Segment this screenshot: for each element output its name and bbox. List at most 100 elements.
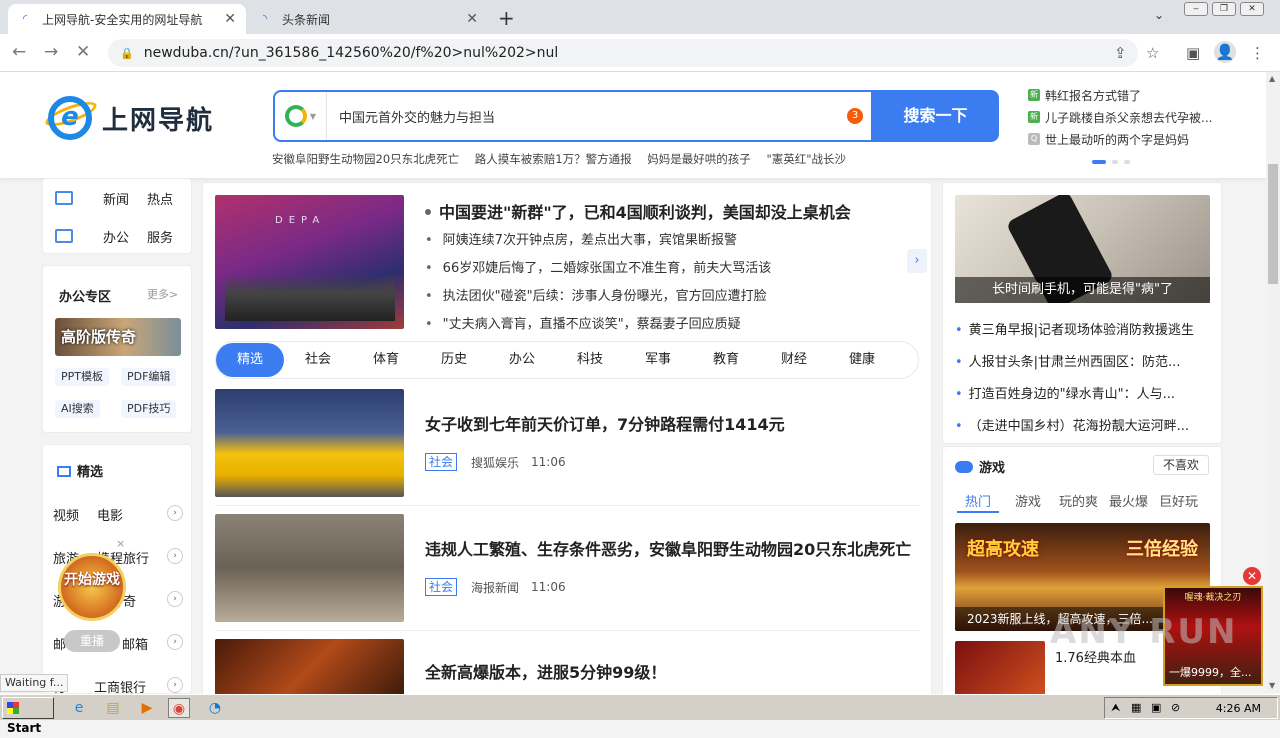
- tab-inactive[interactable]: ◝ 头条新闻 ✕: [248, 4, 488, 34]
- hot-link[interactable]: 路人摸车被索赔1万？警方通报: [475, 152, 632, 166]
- tag-ppt[interactable]: PPT模板: [55, 368, 109, 386]
- news-title[interactable]: 女子收到七年前天价订单，7分钟路程需付1414元: [425, 411, 785, 435]
- chrome-taskbar-icon[interactable]: ◉: [168, 698, 190, 718]
- vertical-scrollbar[interactable]: ▲ ▼: [1266, 72, 1280, 692]
- game-tab-hottest[interactable]: 最火爆: [1109, 491, 1148, 510]
- close-tab-icon[interactable]: ✕: [224, 11, 236, 27]
- right-news-item[interactable]: 人报甘头条|甘肃兰州西固区：防范...: [955, 351, 1213, 370]
- network-icon[interactable]: ▦: [1131, 701, 1141, 714]
- hot-link[interactable]: 安徽阜阳野生动物园20只东北虎死亡: [272, 152, 459, 166]
- tab-military[interactable]: 军事: [624, 343, 692, 377]
- tab-selected[interactable]: 精选: [216, 343, 284, 377]
- chevron-right-icon[interactable]: ›: [907, 249, 927, 273]
- game-tab-great[interactable]: 巨好玩: [1159, 491, 1198, 510]
- bookmark-star-icon[interactable]: ☆: [1146, 44, 1159, 62]
- sub-news-item[interactable]: 66岁邓婕后悔了，二婚嫁张国立不准生育，前夫大骂活该: [425, 257, 772, 276]
- scroll-up-icon[interactable]: ▲: [1269, 74, 1275, 83]
- tag-ai-search[interactable]: AI搜索: [55, 400, 100, 418]
- hot-link[interactable]: 妈妈是最好哄的孩子: [647, 152, 751, 166]
- quick-row-office[interactable]: 办公 服务: [43, 217, 191, 255]
- sub-news-item[interactable]: "丈夫病入膏肓，直播不应谈笑"，蔡磊妻子回应质疑: [425, 313, 741, 332]
- edge-taskbar-icon[interactable]: ◔: [204, 698, 226, 718]
- headline-image[interactable]: DEPA: [215, 195, 404, 329]
- start-game-badge[interactable]: 开始游戏: [58, 553, 126, 621]
- carousel-dots[interactable]: [1092, 160, 1130, 164]
- start-button[interactable]: Start: [2, 697, 54, 735]
- network-icon[interactable]: ▣: [1151, 701, 1161, 714]
- scroll-down-icon[interactable]: ▼: [1269, 681, 1275, 690]
- sub-news-item[interactable]: 执法团伙"碰瓷"后续：涉事人身份曝光，官方回应遭打脸: [425, 285, 767, 304]
- news-thumbnail[interactable]: [215, 389, 404, 497]
- right-image-caption[interactable]: 长时间刷手机，可能是得"病"了: [955, 277, 1210, 303]
- chevron-right-icon[interactable]: ›: [167, 548, 183, 564]
- tab-tech[interactable]: 科技: [556, 343, 624, 377]
- search-button[interactable]: 搜索一下: [872, 90, 999, 142]
- sidepanel-icon[interactable]: ▣: [1186, 44, 1200, 62]
- news-thumbnail[interactable]: [215, 639, 404, 699]
- game-tab-hot[interactable]: 热门: [965, 491, 991, 510]
- close-ad-icon[interactable]: ✕: [1243, 567, 1261, 585]
- minimize-button[interactable]: ‒: [1184, 2, 1208, 16]
- game-badge-close-icon[interactable]: ×: [116, 537, 125, 550]
- quick-row-news[interactable]: 新闻 热点: [43, 179, 191, 217]
- tab-society[interactable]: 社会: [284, 343, 352, 377]
- tab-sports[interactable]: 体育: [352, 343, 420, 377]
- restore-button[interactable]: ❐: [1212, 2, 1236, 16]
- ie-taskbar-icon[interactable]: e: [68, 698, 90, 718]
- tag-pdf-tips[interactable]: PDF技巧: [121, 400, 177, 418]
- menu-icon[interactable]: ⋮: [1250, 44, 1265, 62]
- chevron-right-icon[interactable]: ›: [167, 505, 183, 521]
- tab-education[interactable]: 教育: [692, 343, 760, 377]
- tab-office[interactable]: 办公: [488, 343, 556, 377]
- news-title[interactable]: 全新高爆版本，进服5分钟99级！: [425, 659, 666, 683]
- ie-logo-icon[interactable]: e: [48, 96, 92, 140]
- address-bar[interactable]: 🔒 newduba.cn/?un_361586_142560%20/f%20>n…: [108, 39, 1138, 67]
- sub-news-item[interactable]: 阿姨连续7次开钟点房，差点出大事，宾馆果断报警: [425, 229, 737, 248]
- tag-pdf-edit[interactable]: PDF编辑: [121, 368, 177, 386]
- right-news-item[interactable]: 打造百姓身边的"绿水青山"：人与...: [955, 383, 1213, 402]
- game-tab-fun[interactable]: 玩的爽: [1059, 491, 1098, 510]
- security-icon[interactable]: ⊘: [1171, 701, 1180, 714]
- dislike-button[interactable]: 不喜欢: [1153, 455, 1209, 475]
- tab-history[interactable]: 历史: [420, 343, 488, 377]
- folder-taskbar-icon[interactable]: ▤: [102, 698, 124, 718]
- hot-link[interactable]: "憲英红"战长沙: [766, 152, 846, 166]
- game-thumbnail[interactable]: [955, 641, 1045, 697]
- right-news-item[interactable]: 黄三角早报|记者现场体验消防救援逃生: [955, 319, 1213, 338]
- category-tag[interactable]: 社会: [425, 578, 458, 596]
- close-window-button[interactable]: ✕: [1240, 2, 1264, 16]
- tab-health[interactable]: 健康: [828, 343, 896, 377]
- chevron-right-icon[interactable]: ›: [167, 591, 183, 607]
- tray-arrow-icon[interactable]: ⮝: [1111, 701, 1120, 715]
- office-more-link[interactable]: 更多>: [147, 286, 178, 302]
- office-banner-ad[interactable]: 高阶版传奇: [55, 318, 181, 356]
- forward-icon[interactable]: →: [44, 42, 58, 62]
- new-tab-button[interactable]: +: [498, 6, 515, 30]
- back-icon[interactable]: ←: [12, 42, 26, 62]
- profile-icon[interactable]: 👤: [1214, 41, 1236, 63]
- scroll-thumb[interactable]: [1268, 164, 1278, 284]
- tab-finance[interactable]: 财经: [760, 343, 828, 377]
- replay-button[interactable]: 重播: [64, 630, 120, 652]
- search-engine-selector[interactable]: ▼: [275, 92, 327, 140]
- media-player-icon[interactable]: ▶: [136, 698, 158, 718]
- trending-item[interactable]: 新儿子跳楼自杀父亲想去代孕被...: [1028, 106, 1228, 128]
- game-tab-games[interactable]: 游戏: [1015, 491, 1041, 510]
- tab-active[interactable]: ◜ 上网导航-安全实用的网址导航 ✕: [8, 4, 246, 34]
- site-logo-text[interactable]: 上网导航: [102, 100, 214, 137]
- close-tab-icon[interactable]: ✕: [466, 11, 478, 27]
- news-title[interactable]: 违规人工繁殖、生存条件恶劣，安徽阜阳野生动物园20只东北虎死亡: [425, 536, 911, 560]
- trending-item[interactable]: 新韩红报名方式错了: [1028, 84, 1228, 106]
- chevron-right-icon[interactable]: ›: [167, 634, 183, 650]
- headline-title[interactable]: 中国要进"新群"了，已和4国顺利谈判，美国却没上桌机会: [425, 199, 851, 223]
- tab-search-icon[interactable]: ⌄: [1154, 8, 1164, 22]
- chevron-right-icon[interactable]: ›: [167, 677, 183, 693]
- trending-item[interactable]: Q 世上最动听的两个字是妈妈: [1028, 128, 1228, 150]
- stop-icon[interactable]: ✕: [76, 42, 90, 62]
- news-thumbnail[interactable]: [215, 514, 404, 622]
- right-news-item[interactable]: （走进中国乡村）花海扮靓大运河畔...: [955, 415, 1213, 434]
- search-input[interactable]: [327, 108, 847, 124]
- share-icon[interactable]: ⇪: [1114, 44, 1127, 62]
- featured-row[interactable]: 视频 电影 ›: [53, 505, 183, 527]
- category-tag[interactable]: 社会: [425, 453, 458, 471]
